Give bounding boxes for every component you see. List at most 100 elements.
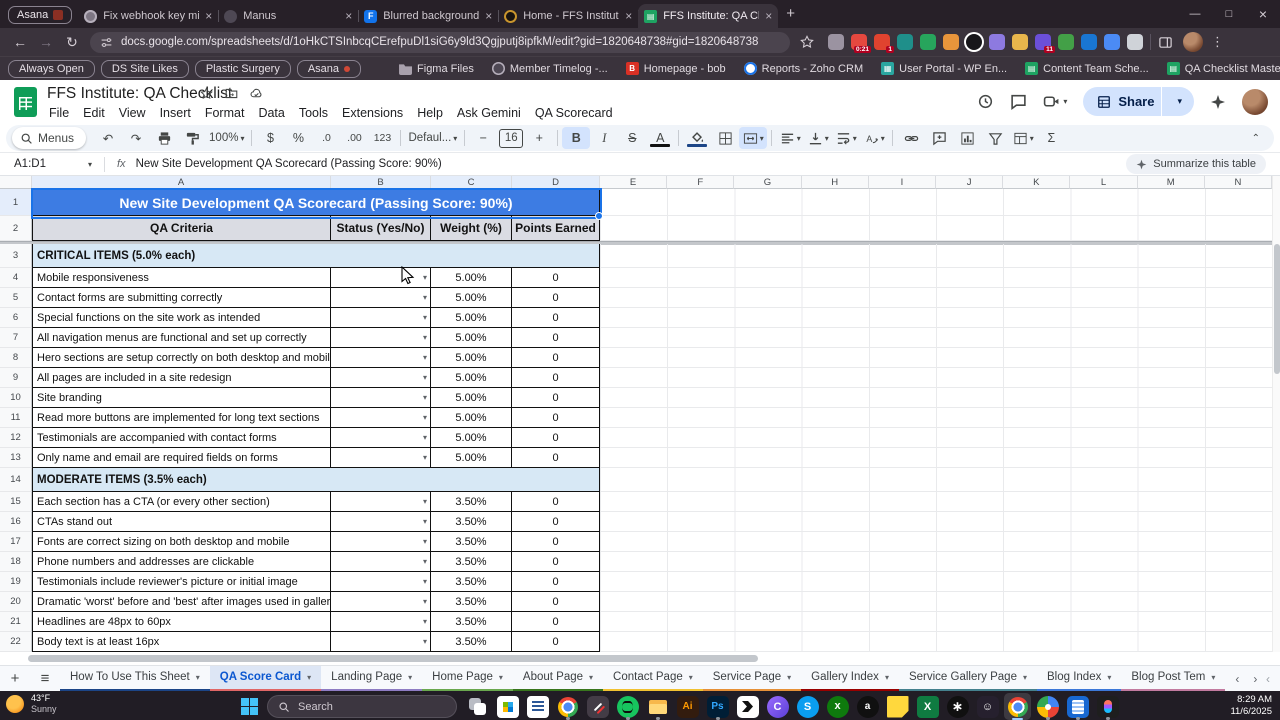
spotify-icon[interactable] bbox=[614, 693, 641, 720]
font-family-button[interactable]: Defaul... ▾ bbox=[405, 127, 460, 149]
status-dropdown-cell[interactable]: ▾ bbox=[331, 288, 431, 308]
formula-input[interactable]: New Site Development QA Scorecard (Passi… bbox=[136, 158, 442, 170]
sheet-tab-service-gallery-page[interactable]: Service Gallery Page ▾ bbox=[898, 666, 1037, 692]
column-header-G[interactable]: G bbox=[734, 176, 802, 189]
column-title-cell[interactable]: Weight (%) bbox=[431, 216, 512, 241]
bookmark-item[interactable]: Homepage - bob bbox=[622, 62, 730, 75]
sheet-tab-blog-post-tem[interactable]: Blog Post Tem ▾ bbox=[1121, 666, 1226, 692]
row-header-11[interactable]: 11 bbox=[0, 408, 32, 428]
points-cell[interactable]: 0 bbox=[512, 572, 600, 592]
row-header-1[interactable]: 1 bbox=[0, 189, 32, 216]
dropdown-caret-icon[interactable]: ▾ bbox=[423, 517, 430, 526]
criteria-cell[interactable]: Special functions on the site work as in… bbox=[32, 308, 331, 328]
move-folder-icon[interactable] bbox=[225, 87, 238, 100]
row-header-22[interactable]: 22 bbox=[0, 632, 32, 652]
status-dropdown-cell[interactable]: ▾ bbox=[331, 492, 431, 512]
dropdown-caret-icon[interactable]: ▾ bbox=[423, 273, 430, 282]
spreadsheet-grid[interactable]: A B C D E F G H I J K L M N 1 New Site Development QA S… bbox=[0, 176, 1272, 652]
sheet-tab-menu-icon[interactable]: ▾ bbox=[307, 673, 311, 682]
dropdown-caret-icon[interactable]: ▾ bbox=[423, 497, 430, 506]
empty-cells-region[interactable] bbox=[600, 348, 1272, 368]
tab-close-icon[interactable]: × bbox=[485, 9, 492, 23]
purple-extension-icon[interactable] bbox=[989, 34, 1005, 50]
name-box[interactable]: A1:D1 ▾ bbox=[0, 158, 98, 170]
capcut-icon[interactable] bbox=[734, 693, 761, 720]
points-cell[interactable]: 0 bbox=[512, 268, 600, 288]
tab-close-icon[interactable]: × bbox=[205, 9, 212, 23]
back-icon[interactable]: ← bbox=[8, 34, 32, 50]
weight-cell[interactable]: 3.50% bbox=[431, 572, 512, 592]
bookmark-item[interactable]: Member Timelog -... bbox=[488, 62, 612, 75]
menu-format[interactable]: Format bbox=[198, 104, 252, 122]
dropdown-caret-icon[interactable]: ▾ bbox=[423, 313, 430, 322]
strikethrough-button[interactable]: S bbox=[618, 127, 646, 149]
criteria-cell[interactable]: Fonts are correct sizing on both desktop… bbox=[32, 532, 331, 552]
menu-insert[interactable]: Insert bbox=[153, 104, 198, 122]
empty-cells-region[interactable] bbox=[600, 189, 1272, 216]
empty-cells-region[interactable] bbox=[600, 244, 1272, 268]
borders-button[interactable] bbox=[711, 127, 739, 149]
sheet-tab-menu-icon[interactable]: ▾ bbox=[787, 673, 791, 682]
column-header-H[interactable]: H bbox=[801, 176, 869, 189]
skype-icon[interactable] bbox=[794, 693, 821, 720]
tab-close-icon[interactable]: × bbox=[625, 9, 632, 23]
empty-cells-region[interactable] bbox=[600, 612, 1272, 632]
criteria-cell[interactable]: Only name and email are required fields … bbox=[32, 448, 331, 468]
criteria-cell[interactable]: Site branding bbox=[32, 388, 331, 408]
row-header-15[interactable]: 15 bbox=[0, 492, 32, 512]
weight-cell[interactable]: 5.00% bbox=[431, 408, 512, 428]
status-dropdown-cell[interactable]: ▾ bbox=[331, 532, 431, 552]
bookmark-group-pill[interactable]: Always Open bbox=[8, 59, 95, 78]
audio-app-icon[interactable] bbox=[854, 693, 881, 720]
sheet-tab-menu-icon[interactable]: ▾ bbox=[589, 673, 593, 682]
criteria-cell[interactable]: Mobile responsiveness bbox=[32, 268, 331, 288]
sheet-tab-contact-page[interactable]: Contact Page ▾ bbox=[603, 666, 703, 692]
criteria-cell[interactable]: Headlines are 48px to 60px bbox=[32, 612, 331, 632]
reload-icon[interactable]: ↻ bbox=[60, 34, 84, 51]
criteria-cell[interactable]: Phone numbers and addresses are clickabl… bbox=[32, 552, 331, 572]
browser-menu-icon[interactable]: ⋮ bbox=[1211, 34, 1224, 50]
status-dropdown-cell[interactable]: ▾ bbox=[331, 348, 431, 368]
weight-cell[interactable]: 5.00% bbox=[431, 348, 512, 368]
redo-button[interactable]: ↷ bbox=[122, 127, 150, 149]
sticky-notes-icon[interactable] bbox=[884, 693, 911, 720]
empty-cells-region[interactable] bbox=[600, 428, 1272, 448]
taskbar-search[interactable]: Search bbox=[267, 695, 457, 718]
timer-extension-icon[interactable]: 0:21 bbox=[851, 34, 871, 53]
points-cell[interactable]: 0 bbox=[512, 368, 600, 388]
points-cell[interactable]: 0 bbox=[512, 448, 600, 468]
sheet-tab-menu-icon[interactable]: ▾ bbox=[1107, 673, 1111, 682]
gemini-sparkle-icon[interactable] bbox=[1210, 94, 1226, 110]
dropdown-caret-icon[interactable]: ▾ bbox=[423, 433, 430, 442]
bold-button[interactable]: B bbox=[562, 127, 591, 149]
criteria-cell[interactable]: Read more buttons are implemented for lo… bbox=[32, 408, 331, 428]
status-dropdown-cell[interactable]: ▾ bbox=[331, 268, 431, 288]
tab-close-icon[interactable]: × bbox=[345, 9, 352, 23]
weather-widget[interactable]: 43°F Sunny bbox=[6, 693, 57, 715]
bookmark-group-pill[interactable]: Plastic Surgery bbox=[194, 59, 291, 78]
sheet-tab-about-page[interactable]: About Page ▾ bbox=[512, 666, 604, 692]
figma-icon[interactable] bbox=[1094, 693, 1121, 720]
task-view-icon[interactable] bbox=[464, 693, 491, 720]
address-bar[interactable]: docs.google.com/spreadsheets/d/1oHkCTSIn… bbox=[90, 31, 790, 53]
points-cell[interactable]: 0 bbox=[512, 328, 600, 348]
collapse-toolbar-icon[interactable]: ⌃ bbox=[1252, 133, 1268, 144]
browser-tab[interactable]: Blurred background vectors, ph × bbox=[358, 4, 500, 28]
xbox-icon[interactable] bbox=[824, 693, 851, 720]
merge-cells-button[interactable]: ▾ bbox=[739, 127, 768, 149]
row-header-13[interactable]: 13 bbox=[0, 448, 32, 468]
summarize-table-button[interactable]: Summarize this table bbox=[1126, 154, 1266, 174]
sheet-tab-menu-icon[interactable]: ▾ bbox=[1211, 673, 1215, 682]
browser-profile-avatar[interactable] bbox=[1183, 32, 1203, 52]
dropdown-caret-icon[interactable]: ▾ bbox=[423, 373, 430, 382]
horizontal-scrollbar[interactable] bbox=[0, 654, 1272, 664]
collapse-panel-icon[interactable]: ‹ bbox=[1266, 672, 1270, 686]
weight-cell[interactable]: 5.00% bbox=[431, 328, 512, 348]
photos-icon[interactable] bbox=[1034, 693, 1061, 720]
chrome-icon[interactable] bbox=[554, 693, 581, 720]
browser-tab[interactable]: Manus × bbox=[218, 4, 360, 28]
chrome-active-icon[interactable] bbox=[1004, 693, 1031, 720]
empty-cells-region[interactable] bbox=[600, 592, 1272, 612]
sheet-tab-qa-score-card[interactable]: QA Score Card ▾ bbox=[209, 665, 322, 692]
column-header-L[interactable]: L bbox=[1070, 176, 1138, 189]
